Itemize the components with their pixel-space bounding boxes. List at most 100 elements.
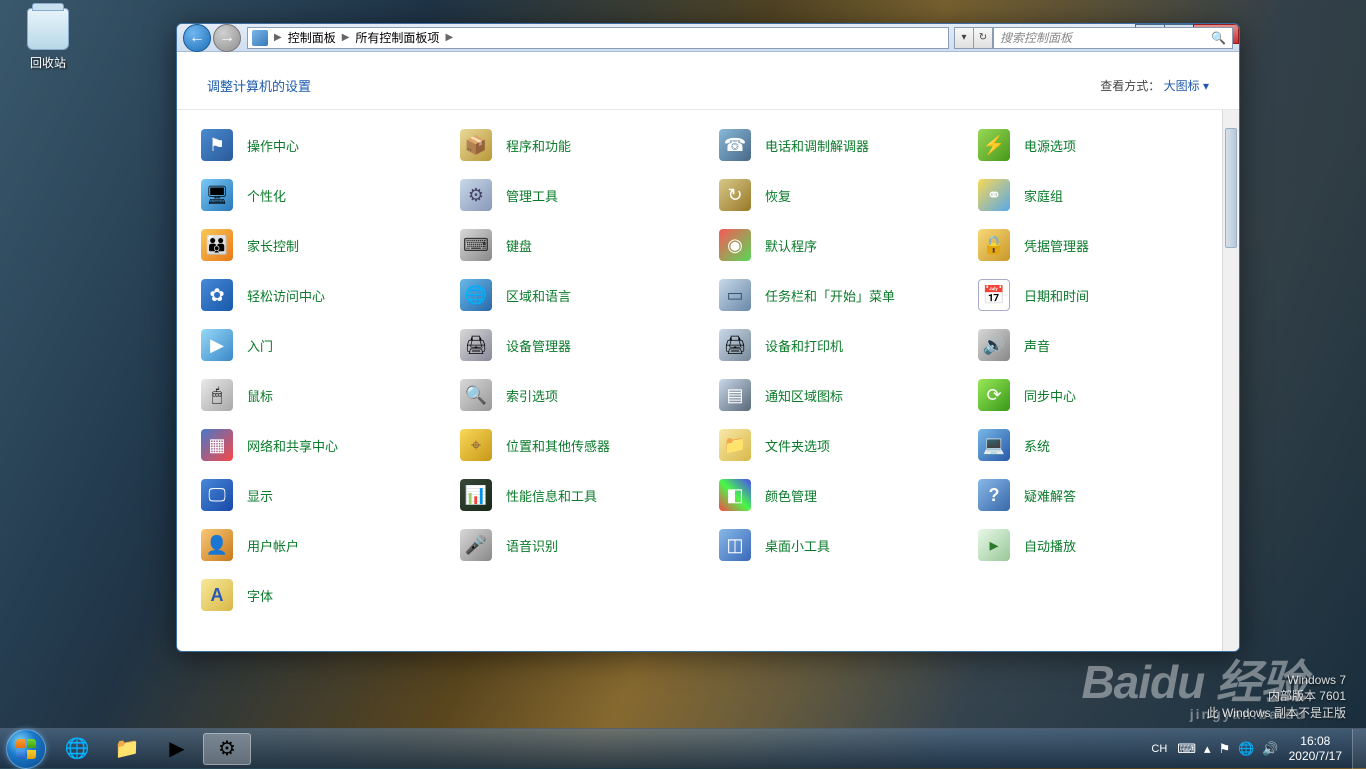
control-panel-item[interactable]: 同步中心 (972, 370, 1221, 420)
search-icon: 🔍 (1211, 31, 1226, 45)
item-label: 疑难解答 (1024, 486, 1076, 505)
taskbar-clock[interactable]: 16:08 2020/7/17 (1289, 734, 1342, 764)
breadcrumb-root[interactable]: 控制面板 (288, 29, 336, 46)
control-panel-item[interactable]: 家庭组 (972, 170, 1221, 220)
taskbar-controlpanel-button[interactable]: ⚙ (203, 733, 251, 765)
control-panel-item[interactable]: 系统 (972, 420, 1221, 470)
search-input[interactable]: 搜索控制面板 🔍 (993, 27, 1233, 49)
address-dropdown-button[interactable]: ▾ (954, 27, 974, 49)
control-panel-item[interactable]: 疑难解答 (972, 470, 1221, 520)
control-panel-item[interactable]: 程序和功能 (454, 120, 703, 170)
view-mode-dropdown[interactable]: 大图标 ▾ (1164, 79, 1209, 93)
taskbar-media-button[interactable]: ▶ (153, 733, 201, 765)
address-bar[interactable]: ▶ 控制面板 ▶ 所有控制面板项 ▶ (247, 27, 949, 49)
ic-mouse-icon (201, 379, 233, 411)
control-panel-item[interactable]: 设备管理器 (454, 320, 703, 370)
control-panel-item[interactable]: 鼠标 (195, 370, 444, 420)
taskbar-ie-button[interactable]: 🌐 (53, 733, 101, 765)
control-panel-item[interactable]: 个性化 (195, 170, 444, 220)
item-label: 日期和时间 (1024, 286, 1089, 305)
control-panel-item[interactable]: 凭据管理器 (972, 220, 1221, 270)
control-panel-item[interactable]: 语音识别 (454, 520, 703, 570)
control-panel-item[interactable]: 家长控制 (195, 220, 444, 270)
control-panel-item[interactable]: 字体 (195, 570, 444, 620)
ic-taskbar-icon (719, 279, 751, 311)
control-panel-item[interactable]: 显示 (195, 470, 444, 520)
control-panel-item[interactable]: 用户帐户 (195, 520, 444, 570)
item-label: 设备和打印机 (765, 336, 843, 355)
control-panel-item[interactable]: 索引选项 (454, 370, 703, 420)
tray-ime[interactable]: CH (1151, 743, 1167, 755)
tray-keyboard-icon[interactable]: ⌨ (1177, 741, 1196, 757)
item-label: 显示 (247, 486, 273, 505)
item-label: 自动播放 (1024, 536, 1076, 555)
start-button[interactable] (6, 729, 46, 769)
control-panel-item[interactable]: 声音 (972, 320, 1221, 370)
control-panel-item[interactable]: 入门 (195, 320, 444, 370)
clock-date: 2020/7/17 (1289, 749, 1342, 764)
ic-sound-icon (978, 329, 1010, 361)
control-panel-item[interactable]: 设备和打印机 (713, 320, 962, 370)
item-label: 语音识别 (506, 536, 558, 555)
ic-font-icon (201, 579, 233, 611)
nav-forward-button[interactable]: → (213, 24, 241, 52)
items-scroll-area: 操作中心程序和功能电话和调制解调器电源选项个性化管理工具恢复 家庭组家长控制 键盘 默… (177, 110, 1239, 651)
ic-speech-icon (460, 529, 492, 561)
taskbar-explorer-button[interactable]: 📁 (103, 733, 151, 765)
ic-ease-icon (201, 279, 233, 311)
tray-volume-icon[interactable]: 🔊 (1262, 741, 1278, 757)
ic-default-icon (719, 229, 751, 261)
control-panel-item[interactable]: 桌面小工具 (713, 520, 962, 570)
refresh-button[interactable]: ↻ (973, 27, 993, 49)
control-panel-item[interactable]: 文件夹选项 (713, 420, 962, 470)
control-panel-item[interactable]: 位置和其他传感器 (454, 420, 703, 470)
show-desktop-button[interactable] (1352, 729, 1366, 769)
ic-net-icon (201, 429, 233, 461)
control-panel-item[interactable]: 管理工具 (454, 170, 703, 220)
control-panel-item[interactable]: 轻松访问中心 (195, 270, 444, 320)
item-label: 位置和其他传感器 (506, 436, 610, 455)
control-panel-item[interactable]: 颜色管理 (713, 470, 962, 520)
control-panel-item[interactable]: 性能信息和工具 (454, 470, 703, 520)
control-panel-item[interactable]: 区域和语言 (454, 270, 703, 320)
item-label: 键盘 (506, 236, 532, 255)
ic-flag-icon (201, 129, 233, 161)
breadcrumb-sep-icon: ▶ (342, 32, 350, 43)
ic-loc-icon (460, 429, 492, 461)
control-panel-item[interactable]: 默认程序 (713, 220, 962, 270)
item-label: 家庭组 (1024, 186, 1063, 205)
scrollbar[interactable] (1222, 110, 1239, 651)
nav-back-button[interactable]: ← (183, 24, 211, 52)
tray-chevron-icon[interactable]: ▴ (1204, 741, 1211, 757)
item-label: 凭据管理器 (1024, 236, 1089, 255)
ic-color-icon (719, 479, 751, 511)
control-panel-item[interactable]: 日期和时间 (972, 270, 1221, 320)
control-panel-item[interactable]: 电话和调制解调器 (713, 120, 962, 170)
tray-flag-icon[interactable]: ⚑ (1219, 741, 1231, 757)
item-label: 性能信息和工具 (506, 486, 597, 505)
control-panel-item[interactable]: 键盘 (454, 220, 703, 270)
ic-home-icon (978, 179, 1010, 211)
item-label: 声音 (1024, 336, 1050, 355)
breadcrumb-sep-icon: ▶ (445, 32, 453, 43)
control-panel-item[interactable]: 操作中心 (195, 120, 444, 170)
tray-network-icon[interactable]: 🌐 (1238, 741, 1254, 757)
control-panel-window: ━ ▭ ✕ ← → ▶ 控制面板 ▶ 所有控制面板项 ▶ ▾ ↻ 搜索控制面板 … (176, 23, 1240, 652)
control-panel-item[interactable]: 自动播放 (972, 520, 1221, 570)
item-label: 区域和语言 (506, 286, 571, 305)
control-panel-item[interactable]: 电源选项 (972, 120, 1221, 170)
windows-watermark: Windows 7 内部版本 7601 此 Windows 副本不是正版 (1207, 672, 1346, 722)
scrollbar-thumb[interactable] (1225, 128, 1237, 248)
control-panel-item[interactable]: 网络和共享中心 (195, 420, 444, 470)
control-panel-item[interactable]: 恢复 (713, 170, 962, 220)
item-label: 鼠标 (247, 386, 273, 405)
breadcrumb-current[interactable]: 所有控制面板项 (355, 29, 439, 46)
control-panel-item[interactable]: 任务栏和「开始」菜单 (713, 270, 962, 320)
ic-index-icon (460, 379, 492, 411)
ic-date-icon (978, 279, 1010, 311)
ic-parent-icon (201, 229, 233, 261)
control-panel-item[interactable]: 通知区域图标 (713, 370, 962, 420)
item-label: 任务栏和「开始」菜单 (765, 286, 895, 305)
item-label: 系统 (1024, 436, 1050, 455)
recycle-bin[interactable]: 回收站 (18, 8, 78, 71)
